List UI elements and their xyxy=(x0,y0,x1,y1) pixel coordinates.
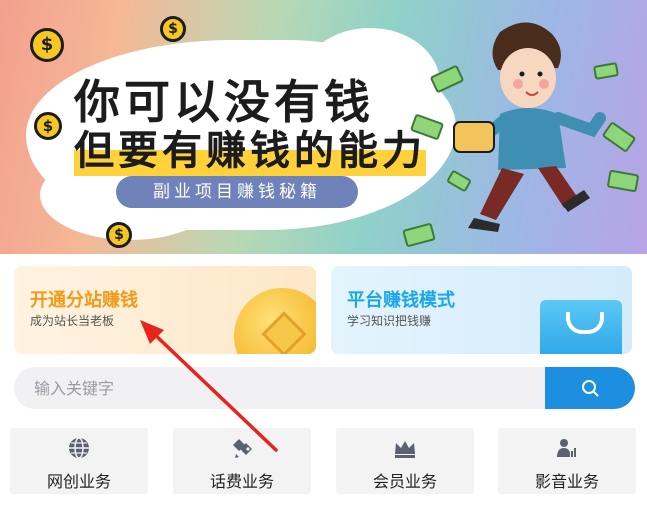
platform-earning-card[interactable]: 平台赚钱模式 学习知识把钱赚 xyxy=(331,266,632,354)
card-title: 平台赚钱模式 xyxy=(347,290,455,311)
globe-icon xyxy=(69,437,89,459)
search-bar xyxy=(14,367,635,409)
crown-icon xyxy=(395,441,415,458)
search-input[interactable] xyxy=(14,367,544,409)
card-subtitle: 学习知识把钱赚 xyxy=(347,314,432,328)
banner-headline-2: 但要有赚钱的能力 xyxy=(74,118,426,176)
user-chart-icon xyxy=(557,439,576,457)
banner-headline-2-part-a: 但要有 xyxy=(74,118,206,176)
banner-headline-2-part-b: 赚钱的能力 xyxy=(206,118,426,176)
phone-tag-icon xyxy=(233,439,252,458)
money-bill-icon xyxy=(606,169,640,193)
card-subtitle: 成为站长当老板 xyxy=(30,314,115,328)
dollar-coin-icon: $ xyxy=(106,222,132,248)
page: $ $ $ $ 你可以没有钱 但要有赚钱的能力 副业项目赚钱秘籍 开通分站赚钱 … xyxy=(0,0,647,510)
promo-banner[interactable]: $ $ $ $ 你可以没有钱 但要有赚钱的能力 副业项目赚钱秘籍 xyxy=(0,0,647,254)
gold-coin-icon xyxy=(234,288,316,354)
running-man-illustration xyxy=(453,22,606,232)
open-substation-card[interactable]: 开通分站赚钱 成为站长当老板 xyxy=(14,266,316,354)
nav-tile-phone-bill[interactable]: 话费业务 xyxy=(173,428,311,494)
dollar-coin-icon: $ xyxy=(34,112,62,140)
nav-tile-label: 话费业务 xyxy=(209,472,274,491)
nav-tile-membership[interactable]: 会员业务 xyxy=(336,428,474,494)
nav-tile-audio-video[interactable]: 影音业务 xyxy=(498,428,636,494)
nav-tile-label: 网创业务 xyxy=(46,472,111,491)
dollar-coin-icon: $ xyxy=(30,28,64,62)
search-button[interactable] xyxy=(545,367,635,409)
money-bill-icon xyxy=(402,222,436,248)
shopping-bag-icon xyxy=(540,300,622,354)
nav-tile-label: 会员业务 xyxy=(372,472,437,491)
nav-tile-label: 影音业务 xyxy=(534,472,599,491)
dollar-coin-icon: $ xyxy=(160,16,186,42)
card-title: 开通分站赚钱 xyxy=(30,290,138,311)
nav-tile-web-business[interactable]: 网创业务 xyxy=(10,428,148,494)
search-icon xyxy=(582,380,599,397)
banner-pill-label: 副业项目赚钱秘籍 xyxy=(116,176,358,208)
